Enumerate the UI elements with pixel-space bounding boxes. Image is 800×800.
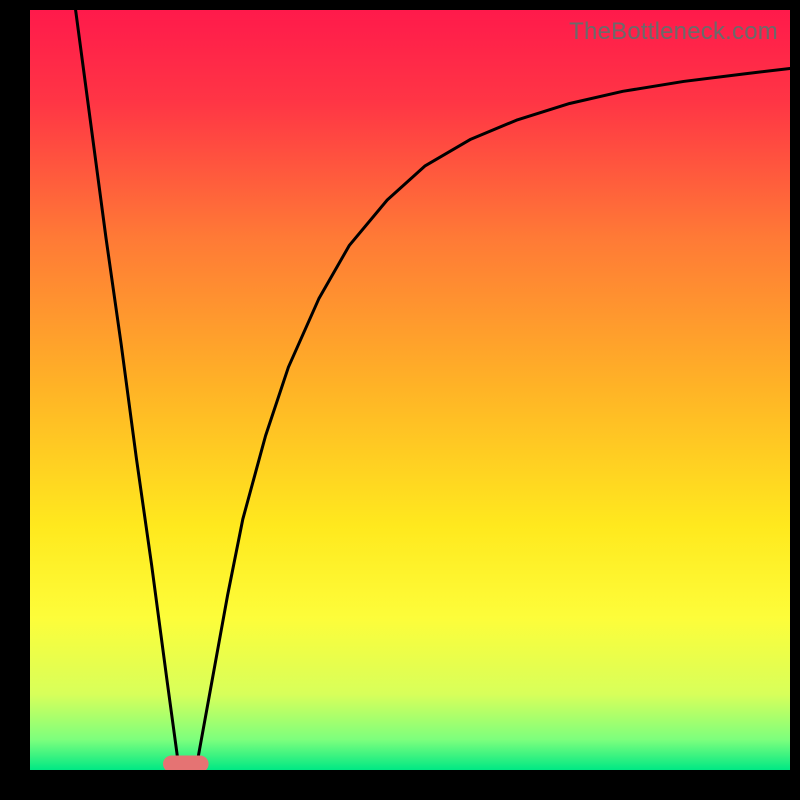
marker-layer	[163, 756, 209, 770]
bottleneck-pill	[163, 756, 209, 770]
gradient-bg	[30, 10, 790, 770]
chart-frame: TheBottleneck.com	[0, 0, 800, 800]
watermark-text: TheBottleneck.com	[569, 18, 778, 46]
plot-area: TheBottleneck.com	[30, 10, 790, 770]
chart-svg	[30, 10, 790, 770]
